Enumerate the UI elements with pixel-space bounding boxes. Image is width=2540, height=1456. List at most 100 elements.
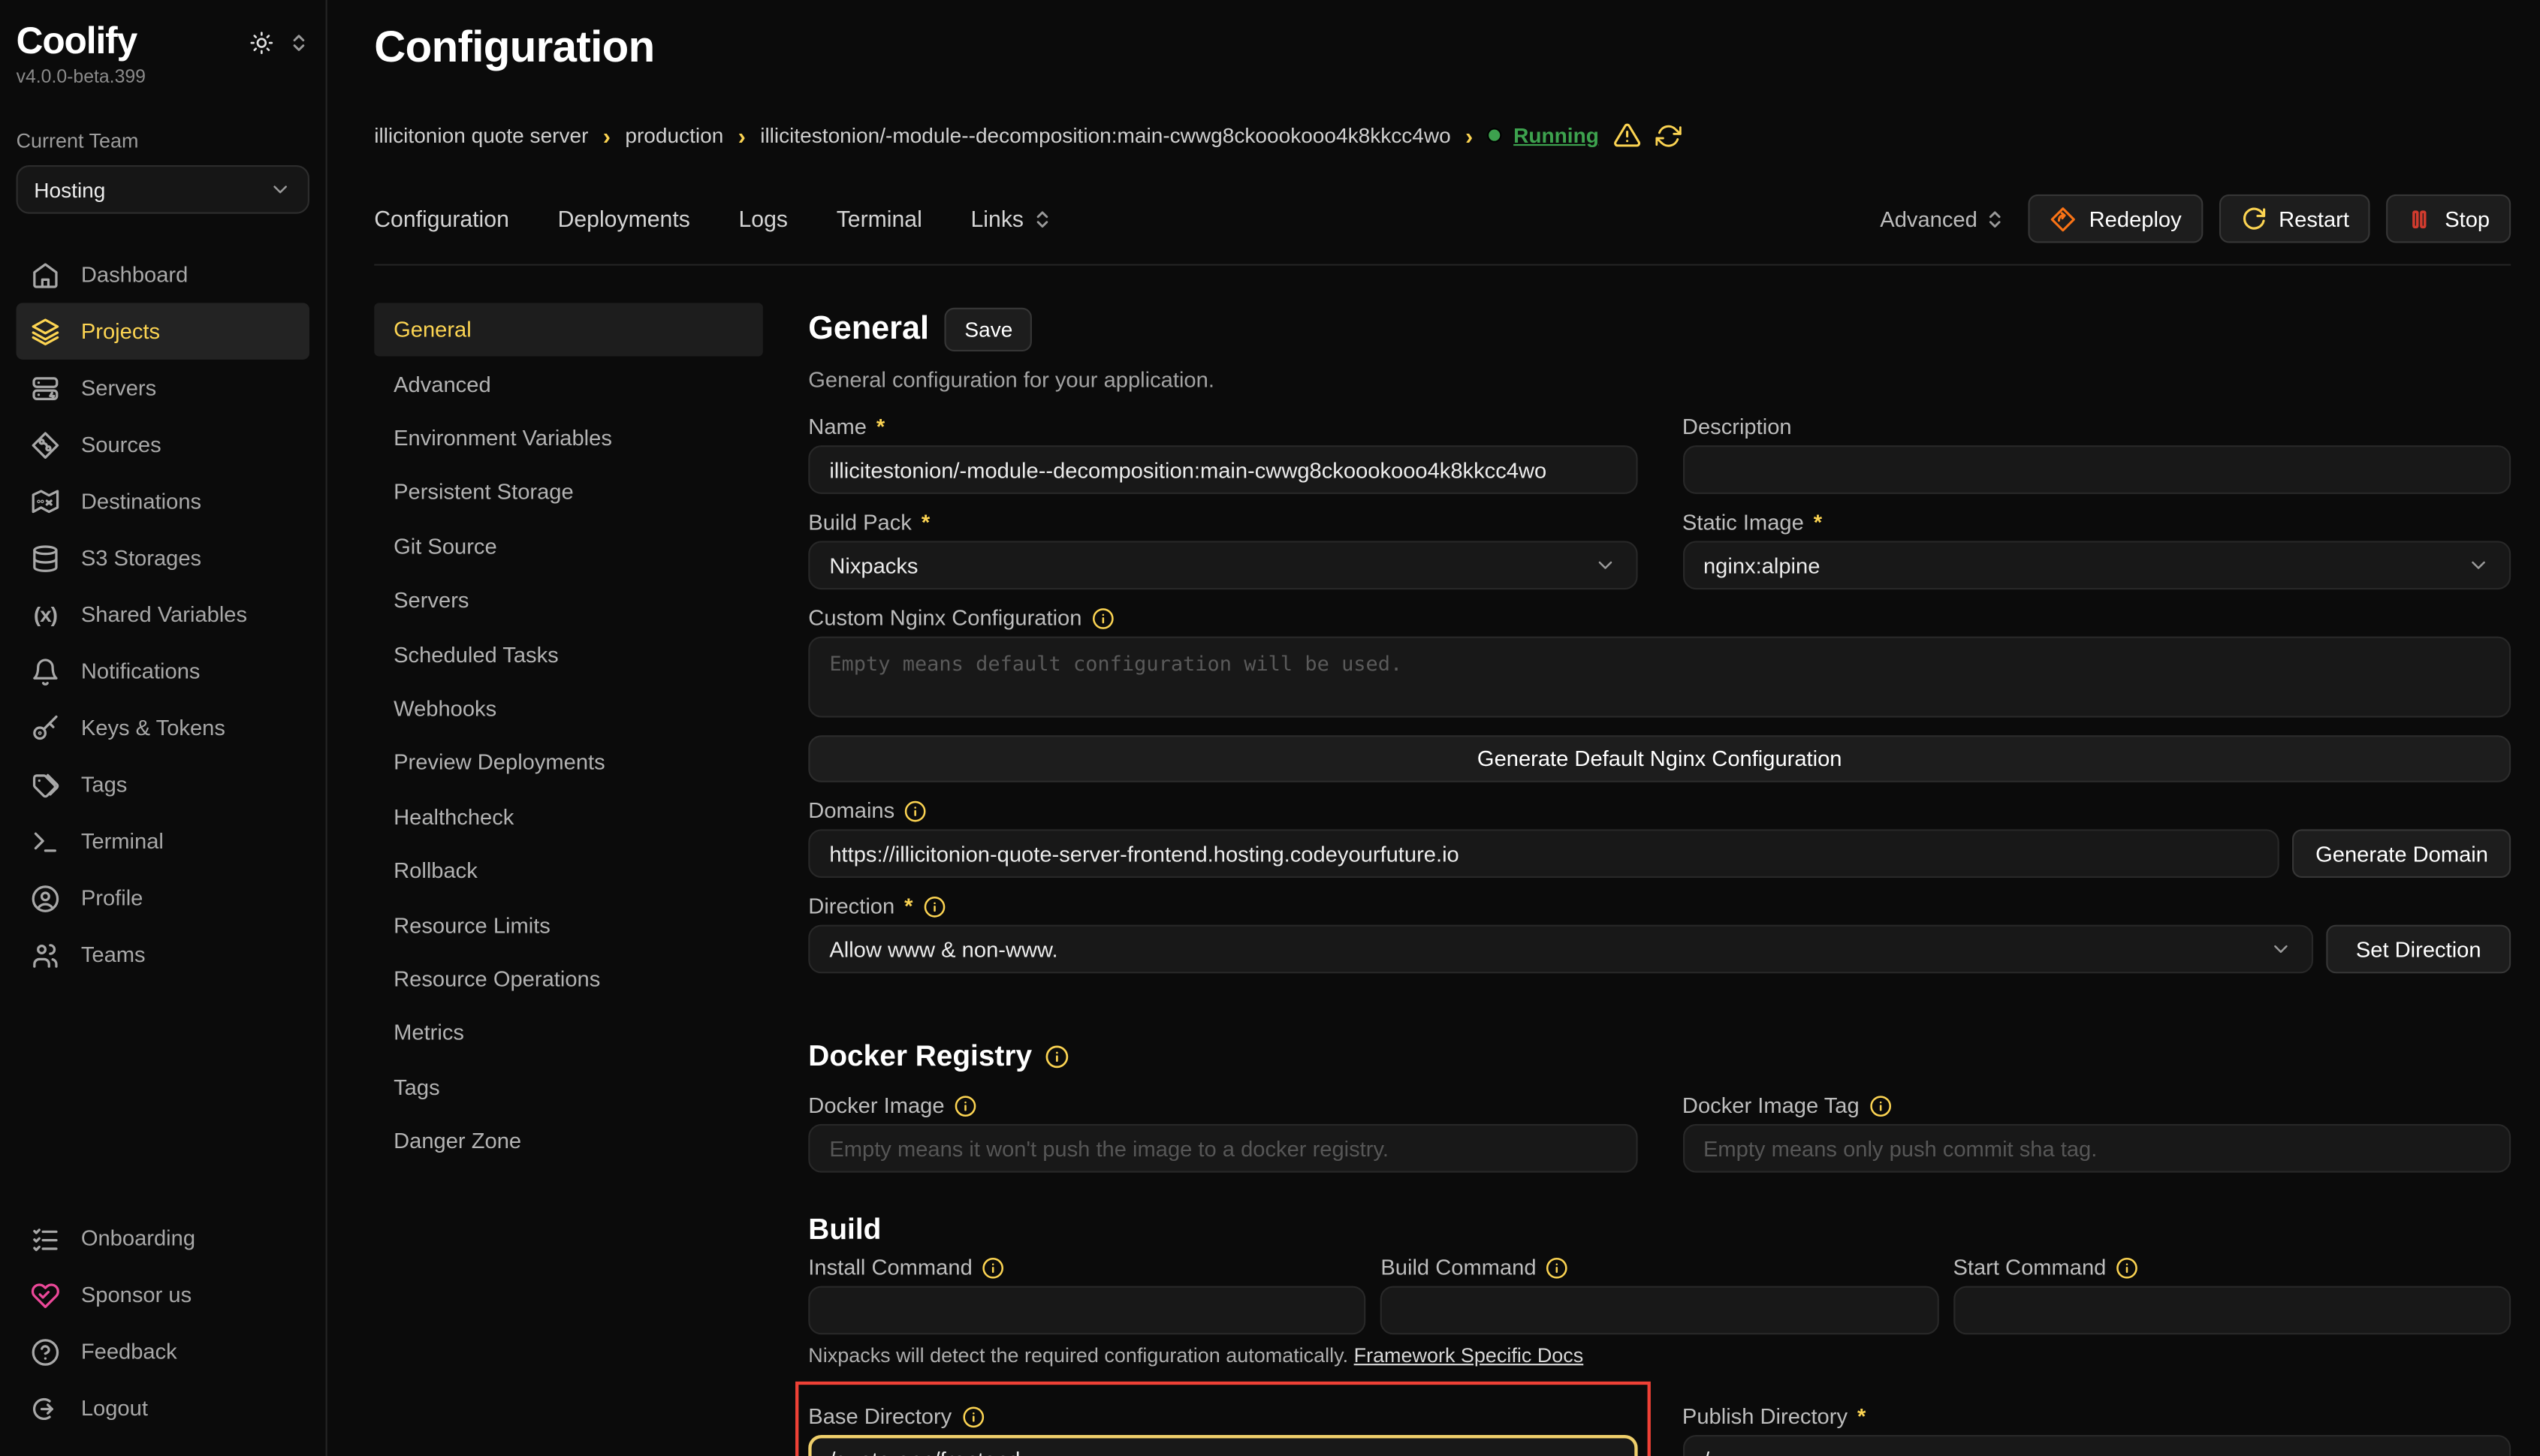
- build-pack-value: Nixpacks: [829, 553, 918, 577]
- tab-configuration[interactable]: Configuration: [374, 206, 509, 232]
- subnav-item-rollback[interactable]: Rollback: [374, 844, 763, 898]
- team-select[interactable]: Hosting: [17, 165, 309, 214]
- warning-icon[interactable]: [1613, 122, 1641, 149]
- subnav-item-tags[interactable]: Tags: [374, 1060, 763, 1114]
- sidebar-item-label: Feedback: [81, 1340, 177, 1364]
- subnav-item-general[interactable]: General: [374, 303, 763, 357]
- subnav-item-servers[interactable]: Servers: [374, 574, 763, 628]
- framework-docs-link[interactable]: Framework Specific Docs: [1354, 1344, 1584, 1367]
- sidebar-item-notifications[interactable]: Notifications: [17, 643, 309, 699]
- name-input[interactable]: [808, 445, 1637, 494]
- sidebar-item-terminal[interactable]: Terminal: [17, 813, 309, 870]
- sidebar-item-sources[interactable]: Sources: [17, 416, 309, 472]
- sidebar-item-profile[interactable]: Profile: [17, 870, 309, 926]
- app-version: v4.0.0-beta.399: [17, 68, 309, 88]
- subnav-item-webhooks[interactable]: Webhooks: [374, 682, 763, 736]
- subnav-item-git-source[interactable]: Git Source: [374, 520, 763, 574]
- subnav-item-advanced[interactable]: Advanced: [374, 357, 763, 411]
- sidebar-item-logout[interactable]: Logout: [17, 1380, 309, 1436]
- theme-toggle-sun-icon[interactable]: [249, 31, 273, 55]
- section-subtitle: General configuration for your applicati…: [808, 368, 2511, 392]
- save-button[interactable]: Save: [946, 308, 1033, 351]
- breadcrumb-resource-link[interactable]: illicitestonion/-module--decomposition:m…: [760, 123, 1451, 147]
- team-select-value: Hosting: [34, 177, 105, 201]
- bell-icon: [31, 657, 60, 686]
- sidebar-item-servers[interactable]: Servers: [17, 360, 309, 416]
- sidebar-item-feedback[interactable]: Feedback: [17, 1323, 309, 1379]
- tab-logs[interactable]: Logs: [739, 206, 788, 232]
- build-pack-label: Build Pack*: [808, 508, 1637, 536]
- advanced-dropdown[interactable]: Advanced: [1880, 206, 2005, 231]
- subnav-item-resource-operations[interactable]: Resource Operations: [374, 952, 763, 1006]
- generate-nginx-button[interactable]: Generate Default Nginx Configuration: [808, 735, 2511, 782]
- status-dot: [1488, 128, 1502, 143]
- tab-links[interactable]: Links: [971, 206, 1053, 232]
- sidebar-item-teams[interactable]: Teams: [17, 927, 309, 983]
- breadcrumb-separator: ›: [603, 122, 611, 149]
- advanced-label: Advanced: [1880, 206, 1977, 231]
- users-icon: [31, 940, 60, 969]
- general-form: General Save General configuration for y…: [808, 303, 2511, 1456]
- sidebar-item-label: Terminal: [81, 829, 164, 853]
- subnav-item-environment-variables[interactable]: Environment Variables: [374, 411, 763, 466]
- build-pack-select[interactable]: Nixpacks: [808, 541, 1637, 590]
- docker-image-tag-input[interactable]: [1682, 1124, 2511, 1173]
- static-image-label: Static Image*: [1682, 508, 2511, 536]
- chevron-down-icon: [2270, 938, 2292, 960]
- build-command-label: Build Command: [1380, 1254, 1938, 1282]
- subnav-item-scheduled-tasks[interactable]: Scheduled Tasks: [374, 628, 763, 682]
- sidebar-item-label: Notifications: [81, 659, 201, 683]
- build-command-input[interactable]: [1380, 1286, 1938, 1335]
- sidebar: Coolify v4.0.0-beta.399 Current Team Hos…: [0, 0, 327, 1456]
- subnav-item-metrics[interactable]: Metrics: [374, 1006, 763, 1060]
- sidebar-item-keys-tokens[interactable]: Keys & Tokens: [17, 700, 309, 756]
- breadcrumb-separator: ›: [1465, 122, 1473, 149]
- refresh-status-icon[interactable]: [1655, 122, 1682, 149]
- direction-select[interactable]: Allow www & non-www.: [808, 925, 2313, 974]
- sidebar-item-s3-storages[interactable]: S3 Storages: [17, 529, 309, 586]
- layers-icon: [31, 317, 60, 346]
- publish-directory-input[interactable]: [1682, 1435, 2511, 1456]
- start-command-input[interactable]: [1953, 1286, 2511, 1335]
- tab-deployments[interactable]: Deployments: [558, 206, 690, 232]
- sidebar-item-destinations[interactable]: Destinations: [17, 473, 309, 529]
- info-icon: [1546, 1256, 1568, 1279]
- sidebar-item-shared-variables[interactable]: (x) Shared Variables: [17, 586, 309, 643]
- nixpacks-note: Nixpacks will detect the required config…: [808, 1344, 2511, 1368]
- info-icon: [961, 1405, 984, 1427]
- breadcrumb-environment-link[interactable]: production: [625, 123, 723, 147]
- redeploy-button[interactable]: Redeploy: [2028, 194, 2203, 243]
- info-icon: [1045, 1045, 1069, 1069]
- generate-domain-button[interactable]: Generate Domain: [2293, 829, 2511, 878]
- sidebar-item-label: Logout: [81, 1396, 148, 1420]
- base-directory-input[interactable]: [808, 1435, 1637, 1456]
- install-command-input[interactable]: [808, 1286, 1366, 1335]
- publish-directory-label: Publish Directory*: [1682, 1403, 2511, 1430]
- sidebar-item-onboarding[interactable]: Onboarding: [17, 1210, 309, 1266]
- sidebar-item-dashboard[interactable]: Dashboard: [17, 246, 309, 303]
- status-label[interactable]: Running: [1513, 123, 1599, 147]
- breadcrumb-project-link[interactable]: illicitonion quote server: [374, 123, 588, 147]
- subnav-item-danger-zone[interactable]: Danger Zone: [374, 1114, 763, 1168]
- sidebar-item-projects[interactable]: Projects: [17, 303, 309, 359]
- sidebar-item-tags[interactable]: Tags: [17, 756, 309, 812]
- sidebar-item-label: Sponsor us: [81, 1283, 192, 1307]
- domains-input[interactable]: [808, 829, 2279, 878]
- description-input[interactable]: [1682, 445, 2511, 494]
- theme-switcher-chevrons-icon[interactable]: [288, 32, 309, 53]
- subnav-item-resource-limits[interactable]: Resource Limits: [374, 898, 763, 952]
- stop-button[interactable]: Stop: [2387, 194, 2511, 243]
- static-image-select[interactable]: nginx:alpine: [1682, 541, 2511, 590]
- server-icon: [31, 373, 60, 402]
- set-direction-button[interactable]: Set Direction: [2326, 925, 2511, 974]
- tab-terminal[interactable]: Terminal: [837, 206, 922, 232]
- subnav-item-preview-deployments[interactable]: Preview Deployments: [374, 736, 763, 790]
- docker-image-input[interactable]: [808, 1124, 1637, 1173]
- subnav-item-healthcheck[interactable]: Healthcheck: [374, 790, 763, 844]
- info-icon: [1869, 1094, 1892, 1117]
- sidebar-item-sponsor[interactable]: Sponsor us: [17, 1267, 309, 1323]
- custom-nginx-textarea[interactable]: [808, 637, 2511, 718]
- subnav-item-persistent-storage[interactable]: Persistent Storage: [374, 466, 763, 520]
- restart-button[interactable]: Restart: [2219, 194, 2370, 243]
- main-area: Configuration illicitonion quote server …: [327, 0, 2540, 1456]
